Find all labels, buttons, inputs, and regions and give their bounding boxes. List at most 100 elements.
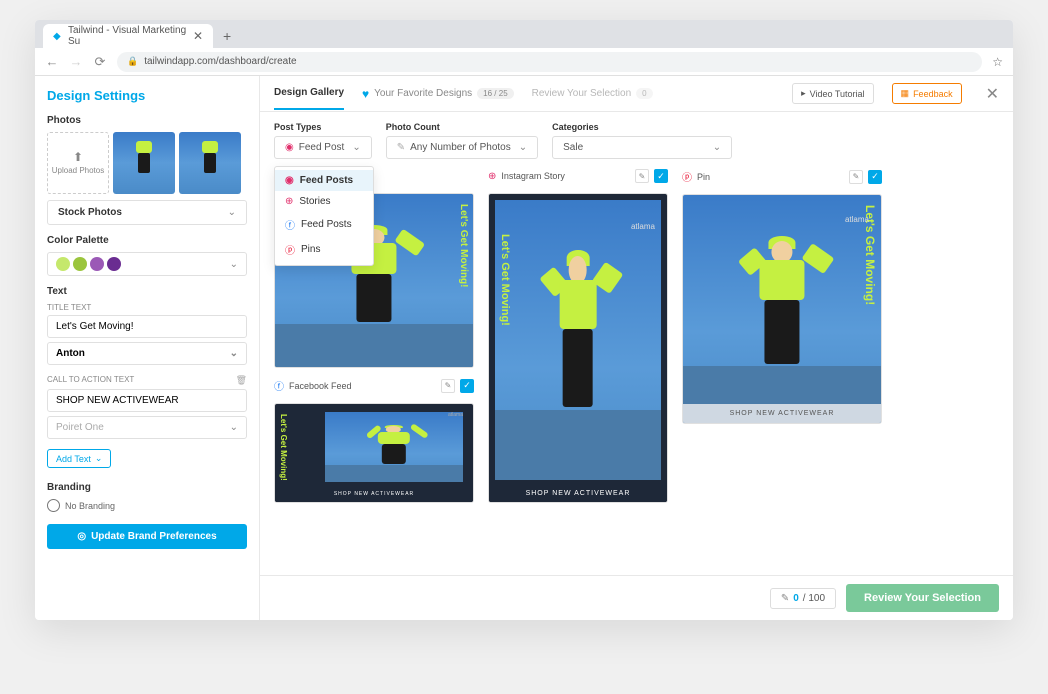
gallery-column: ⓟ Pin ✎ ✓ Let's Get Moving! atlama SHOP …: [682, 169, 882, 561]
photo-count-filter: Photo Count ✎Any Number of Photos ⌄: [386, 122, 538, 159]
app-content: Design Settings Photos ⬆ Upload Photos S…: [35, 76, 1013, 620]
gallery-column: ⊕ Instagram Story ✎ ✓ Let's Get Moving! …: [488, 169, 668, 561]
photo-row: ⬆ Upload Photos: [47, 132, 247, 194]
top-nav: Design Gallery ♥ Your Favorite Designs 1…: [260, 76, 1013, 112]
menu-item-feed-posts[interactable]: ◉Feed Posts: [275, 170, 373, 191]
design-card-fb-feed[interactable]: Let's Get Moving! atlama SHOP NEW ACTIVE…: [274, 403, 474, 503]
pinterest-icon: ⓟ: [285, 242, 295, 257]
color-palette-label: Color Palette: [47, 235, 247, 246]
pinterest-icon: ⓟ: [682, 169, 692, 184]
back-button[interactable]: ←: [45, 54, 59, 69]
video-icon: ▸: [801, 88, 806, 99]
post-types-menu: ◉Feed Posts ⊕Stories ⓕFeed Posts ⓟPins: [274, 166, 374, 266]
upload-icon: ⬆: [73, 150, 83, 164]
menu-item-pins[interactable]: ⓟPins: [275, 237, 373, 262]
post-types-filter: Post Types ◉Feed Post ⌄ ◉Feed Posts ⊕Sto…: [274, 122, 372, 159]
design-cta: SHOP NEW ACTIVEWEAR: [683, 404, 881, 423]
chevron-down-icon: ⌄: [230, 348, 238, 359]
categories-filter: Categories Sale ⌄: [552, 122, 732, 159]
chat-icon: ▦: [901, 88, 910, 99]
design-brand: atlama: [631, 222, 655, 231]
tab-favicon-icon: ◆: [53, 31, 62, 41]
edit-icon[interactable]: ✎: [849, 170, 863, 184]
menu-item-stories[interactable]: ⊕Stories: [275, 191, 373, 212]
address-bar[interactable]: 🔒 tailwindapp.com/dashboard/create: [117, 52, 982, 72]
design-card-pin[interactable]: Let's Get Moving! atlama SHOP NEW ACTIVE…: [682, 194, 882, 424]
color-swatch: [107, 257, 121, 271]
text-section-label: Text: [47, 286, 247, 297]
design-cta: SHOP NEW ACTIVEWEAR: [275, 486, 473, 502]
check-icon[interactable]: ✓: [460, 379, 474, 393]
url-text: tailwindapp.com/dashboard/create: [144, 56, 296, 67]
new-tab-button[interactable]: +: [213, 24, 241, 48]
edit-icon[interactable]: ✎: [635, 169, 649, 183]
stock-photos-dropdown[interactable]: Stock Photos ⌄: [47, 200, 247, 225]
photos-label: Photos: [47, 115, 247, 126]
color-swatch: [56, 257, 70, 271]
feedback-button[interactable]: ▦ Feedback: [892, 83, 962, 104]
chevron-down-icon: ⌄: [95, 453, 103, 464]
update-brand-button[interactable]: ◎ Update Brand Preferences: [47, 524, 247, 549]
favorites-badge: 16 / 25: [477, 88, 513, 99]
card-header: ⓟ Pin ✎ ✓: [682, 169, 882, 184]
design-card-ig-story[interactable]: Let's Get Moving! atlama SHOP NEW ACTIVE…: [488, 193, 668, 503]
forward-button[interactable]: →: [69, 54, 83, 69]
menu-item-fb-feed[interactable]: ⓕFeed Posts: [275, 212, 373, 237]
bookmark-icon[interactable]: ☆: [992, 55, 1003, 69]
footer-bar: ✎ 0 / 100 Review Your Selection: [260, 575, 1013, 620]
tab-title: Tailwind - Visual Marketing Su: [68, 25, 187, 47]
add-text-button[interactable]: Add Text ⌄: [47, 449, 111, 468]
title-text-input[interactable]: [47, 315, 247, 338]
main-panel: Design Gallery ♥ Your Favorite Designs 1…: [260, 76, 1013, 620]
chevron-down-icon: ⌄: [228, 207, 236, 218]
card-header: ⓕ Facebook Feed ✎ ✓: [274, 378, 474, 393]
title-font-dropdown[interactable]: Anton ⌄: [47, 342, 247, 365]
font-name: Anton: [56, 348, 85, 359]
design-cta: SHOP NEW ACTIVEWEAR: [489, 485, 667, 502]
tab-design-gallery[interactable]: Design Gallery: [274, 77, 344, 110]
cta-text-input[interactable]: [47, 389, 247, 412]
cta-font-dropdown[interactable]: Poiret One ⌄: [47, 416, 247, 439]
check-icon[interactable]: ✓: [654, 169, 668, 183]
photo-count-dropdown[interactable]: ✎Any Number of Photos ⌄: [386, 136, 538, 159]
instagram-icon: ◉: [285, 175, 294, 186]
edit-icon[interactable]: ✎: [441, 379, 455, 393]
upload-photos-button[interactable]: ⬆ Upload Photos: [47, 132, 109, 194]
video-tutorial-button[interactable]: ▸ Video Tutorial: [792, 83, 873, 104]
browser-tab[interactable]: ◆ Tailwind - Visual Marketing Su ✕: [43, 24, 213, 48]
design-slogan: Let's Get Moving!: [458, 204, 469, 288]
cta-text-label: CALL TO ACTION TEXT 🗑: [47, 375, 247, 386]
photo-thumbnail[interactable]: [179, 132, 241, 194]
design-brand: atlama: [845, 215, 869, 224]
stock-photos-label: Stock Photos: [58, 207, 122, 218]
no-branding-input[interactable]: [47, 499, 60, 512]
filters-bar: Post Types ◉Feed Post ⌄ ◉Feed Posts ⊕Sto…: [260, 112, 1013, 169]
pencil-icon: ✎: [781, 593, 789, 604]
close-icon[interactable]: ✕: [986, 84, 999, 104]
url-bar: ← → ⟳ 🔒 tailwindapp.com/dashboard/create…: [35, 48, 1013, 76]
check-icon[interactable]: ✓: [868, 170, 882, 184]
facebook-icon: ⓕ: [274, 378, 284, 393]
trash-icon[interactable]: 🗑: [236, 375, 247, 386]
branding-label: Branding: [47, 482, 247, 493]
chevron-down-icon: ⌄: [352, 142, 360, 153]
chevron-down-icon: ⌄: [230, 422, 238, 433]
instagram-icon: ⊕: [285, 196, 293, 207]
account-icon: ◎: [77, 531, 86, 542]
instagram-icon: ◉: [285, 142, 294, 153]
no-branding-radio[interactable]: No Branding: [47, 499, 247, 512]
reload-button[interactable]: ⟳: [93, 54, 107, 70]
post-types-dropdown[interactable]: ◉Feed Post ⌄: [274, 136, 372, 159]
photo-thumbnail[interactable]: [113, 132, 175, 194]
chevron-down-icon: ⌄: [230, 259, 238, 270]
color-palette-dropdown[interactable]: ⌄: [47, 252, 247, 276]
categories-dropdown[interactable]: Sale ⌄: [552, 136, 732, 159]
upload-label: Upload Photos: [52, 166, 104, 176]
browser-tabs: ◆ Tailwind - Visual Marketing Su ✕ +: [35, 20, 1013, 48]
tab-favorites[interactable]: ♥ Your Favorite Designs 16 / 25: [362, 77, 514, 111]
sidebar: Design Settings Photos ⬆ Upload Photos S…: [35, 76, 260, 620]
review-selection-button[interactable]: Review Your Selection: [846, 584, 999, 612]
tab-close-icon[interactable]: ✕: [193, 29, 203, 43]
tab-review-selection[interactable]: Review Your Selection 0: [532, 78, 653, 109]
title-text-label: TITLE TEXT: [47, 303, 247, 312]
